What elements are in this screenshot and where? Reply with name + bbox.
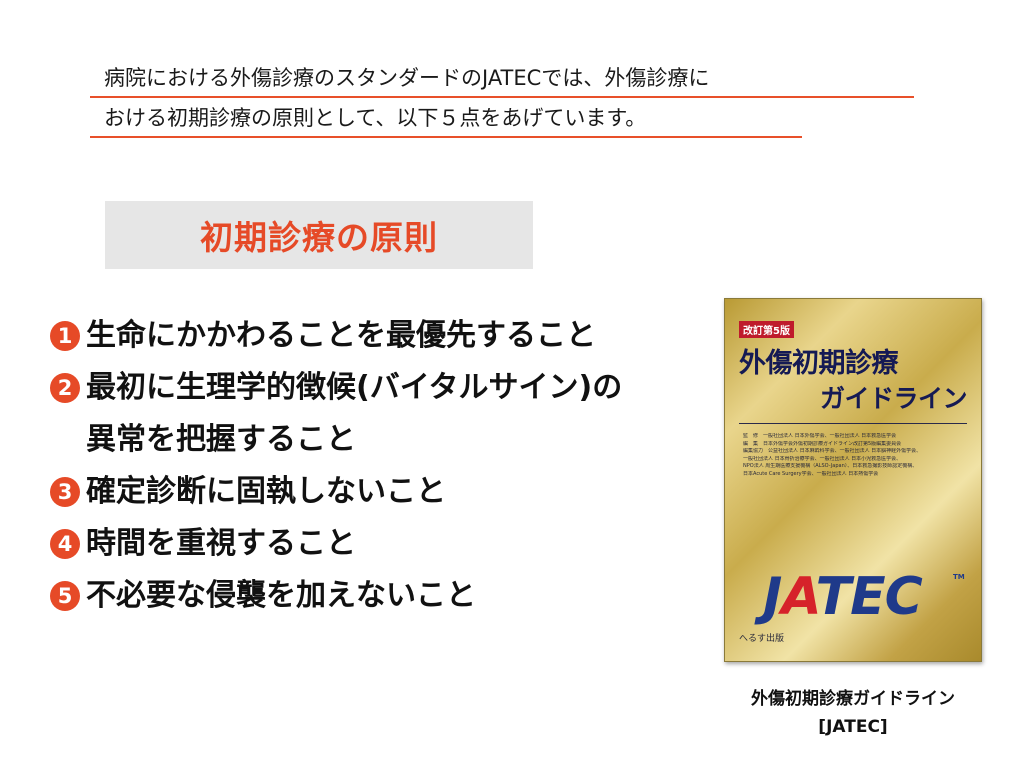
book-title-line-2: ガイドライン [819,384,968,413]
principle-text: 時間を重視すること [86,526,356,561]
book-credit-line: 編 集 日本外傷学会外傷初期診療ガイドライン改訂第5版編集委員会 [743,440,902,447]
book-title-line-1: 外傷初期診療 [739,348,899,379]
principle-item: 4 時間を重視すること [50,518,710,570]
trademark-mark: TM [953,573,965,581]
principle-text: 最初に生理学的徴候(バイタルサイン)の [86,370,623,405]
book-credit-line: 編集協力 公益社団法人 日本麻酔科学会、一般社団法人 日本脳神経外傷学会、 [743,448,922,454]
intro-line-2: おける初期診療の原則として、以下５点をあげています。 [90,98,802,138]
book-caption-subtitle: [JATEC] [818,717,888,737]
book-cover-image: 改訂第5版 外傷初期診療 ガイドライン 監 修 一般社団法人 日本外傷学会、一般… [724,298,982,662]
book-edition-badge: 改訂第5版 [739,321,794,338]
principle-text: 生命にかかわることを最優先すること [86,318,596,353]
book-caption: 外傷初期診療ガイドライン [JATEC] [700,685,1006,741]
principles-list: 1 生命にかかわることを最優先すること 2 最初に生理学的徴候(バイタルサイン)… [50,310,710,622]
number-badge-icon: 3 [50,477,80,507]
intro-paragraph: 病院における外傷診療のスタンダードのJATECでは、外傷診療に おける初期診療の… [90,58,914,138]
jatec-logo-j: J [763,567,782,627]
number-badge-icon: 5 [50,581,80,611]
principle-item: 3 確定診断に固執しないこと [50,466,710,518]
principle-item: 1 生命にかかわることを最優先すること [50,310,710,362]
principle-text: 確定診断に固執しないこと [86,474,446,509]
principle-text: 不必要な侵襲を加えないこと [86,578,476,613]
book-credit-line: 一般社団法人 日本骨折治療学会、一般社団法人 日本小児救急医学会、 [743,455,902,462]
principle-item: 2 最初に生理学的徴候(バイタルサイン)の 異常を把握すること [50,362,710,466]
book-publisher: へるす出版 [739,634,785,644]
number-badge-icon: 1 [50,321,80,351]
principle-text-continuation: 異常を把握すること [86,422,356,457]
book-caption-title: 外傷初期診療ガイドライン [751,689,955,709]
jatec-logo-tec: TEC [815,567,923,627]
book-credit-line: 監 修 一般社団法人 日本外傷学会、一般社団法人 日本救急医学会 [743,433,897,439]
book-credit-line: NPO法人 周生期医療支援機構（ALSO-Japan）、日本救急撮影技師認定機構… [743,463,918,469]
section-heading: 初期診療の原則 [200,218,438,257]
book-divider [739,423,967,424]
book-credit-line: 日本Acute Care Surgery学会、一般社団法人 日本熱傷学会 [743,470,879,477]
number-badge-icon: 2 [50,373,80,403]
jatec-logo-a: A [781,567,816,627]
jatec-logo: JATEC [763,567,923,627]
book-credits: 監 修 一般社団法人 日本外傷学会、一般社団法人 日本救急医学会 編 集 日本外… [743,433,965,478]
intro-line-1: 病院における外傷診療のスタンダードのJATECでは、外傷診療に [90,58,914,98]
number-badge-icon: 4 [50,529,80,559]
principle-item: 5 不必要な侵襲を加えないこと [50,570,710,622]
section-heading-box: 初期診療の原則 [105,201,533,269]
